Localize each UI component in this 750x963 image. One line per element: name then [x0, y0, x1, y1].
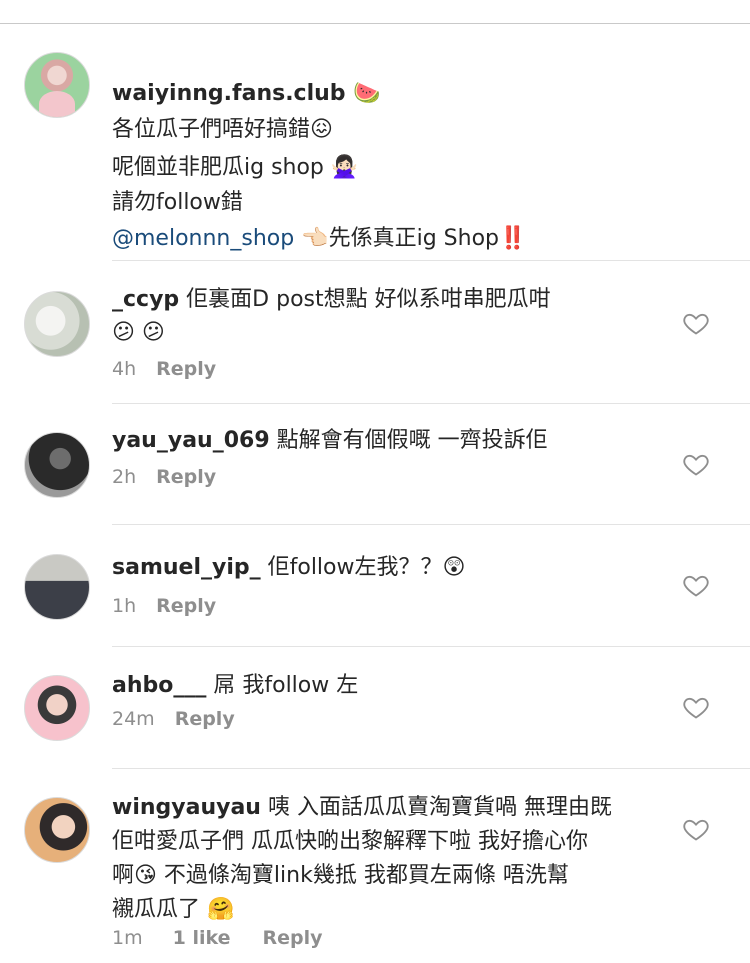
comment-item: _ccyp 佢裏面D post想點 好似系咁串肥瓜咁 😕 😕 4h Reply: [24, 261, 750, 404]
comment-timestamp: 1m: [112, 927, 143, 949]
comment-username[interactable]: ahbo___: [112, 673, 206, 698]
avatar[interactable]: [24, 52, 90, 118]
heart-icon[interactable]: [682, 693, 710, 721]
comment-text: 襯瓜瓜了 🤗: [112, 897, 235, 922]
comment-item: ahbo___ 屌 我follow 左 24m Reply: [24, 647, 750, 769]
comment-text: 😕 😕: [112, 320, 165, 345]
comment-item: wingyauyau 咦 入面話瓜瓜賣淘寶貨喎 無理由既 佢咁愛瓜子們 瓜瓜快啲…: [24, 769, 750, 963]
reply-button[interactable]: Reply: [175, 708, 235, 730]
comment-timestamp: 4h: [112, 358, 137, 380]
avatar[interactable]: [24, 432, 90, 498]
reply-button[interactable]: Reply: [156, 466, 216, 488]
comment-text: 屌 我follow 左: [206, 673, 359, 698]
comment-text: 佢裏面D post想點 好似系咁串肥瓜咁: [179, 287, 551, 312]
comment-item: samuel_yip_ 佢follow左我？？😲 1h Reply: [24, 525, 750, 647]
caption-line: 各位瓜子們唔好搞錯😖: [112, 117, 333, 142]
reply-button[interactable]: Reply: [156, 358, 216, 380]
heart-icon[interactable]: [682, 815, 710, 843]
comment-username[interactable]: yau_yau_069: [112, 428, 270, 453]
comment-timestamp: 2h: [112, 466, 137, 488]
caption-line: 呢個並非肥瓜ig shop 🙅🏻‍♀️: [112, 155, 359, 180]
comment-text: 咦 入面話瓜瓜賣淘寶貨喎 無理由既: [260, 795, 612, 820]
comment-text: 啊😘 不過條淘寶link幾抵 我都買左兩條 唔洗幫: [112, 863, 569, 888]
heart-icon[interactable]: [682, 571, 710, 599]
caption-username[interactable]: waiyinng.fans.club: [112, 81, 346, 106]
post-caption: waiyinng.fans.club 🍉 各位瓜子們唔好搞錯😖 呢個並非肥瓜ig…: [24, 24, 750, 261]
comment-username[interactable]: samuel_yip_: [112, 555, 261, 580]
comment-text: 佢咁愛瓜子們 瓜瓜快啲出黎解釋下啦 我好擔心你: [112, 829, 588, 854]
caption-line: 👈🏻先係真正ig Shop‼️: [294, 226, 527, 251]
comment-item: yau_yau_069 點解會有個假嘅 一齊投訴佢 2h Reply: [24, 404, 750, 525]
avatar[interactable]: [24, 797, 90, 863]
reply-button[interactable]: Reply: [156, 595, 216, 617]
reply-button[interactable]: Reply: [262, 927, 322, 949]
comment-text: 佢follow左我？？😲: [260, 555, 466, 580]
avatar[interactable]: [24, 291, 90, 357]
avatar[interactable]: [24, 554, 90, 620]
mention-link[interactable]: @melonnn_shop: [112, 226, 294, 251]
top-divider: [0, 0, 750, 24]
watermelon-emoji: 🍉: [353, 81, 381, 106]
caption-line: 請勿follow錯: [112, 190, 243, 215]
heart-icon[interactable]: [682, 450, 710, 478]
heart-icon[interactable]: [682, 309, 710, 337]
comment-username[interactable]: wingyauyau: [112, 795, 261, 820]
comment-text: 點解會有個假嘅 一齊投訴佢: [269, 428, 548, 453]
comment-timestamp: 1h: [112, 595, 137, 617]
comment-username[interactable]: _ccyp: [112, 287, 179, 312]
likes-count[interactable]: 1 like: [173, 927, 231, 949]
comment-timestamp: 24m: [112, 708, 155, 730]
avatar[interactable]: [24, 675, 90, 741]
